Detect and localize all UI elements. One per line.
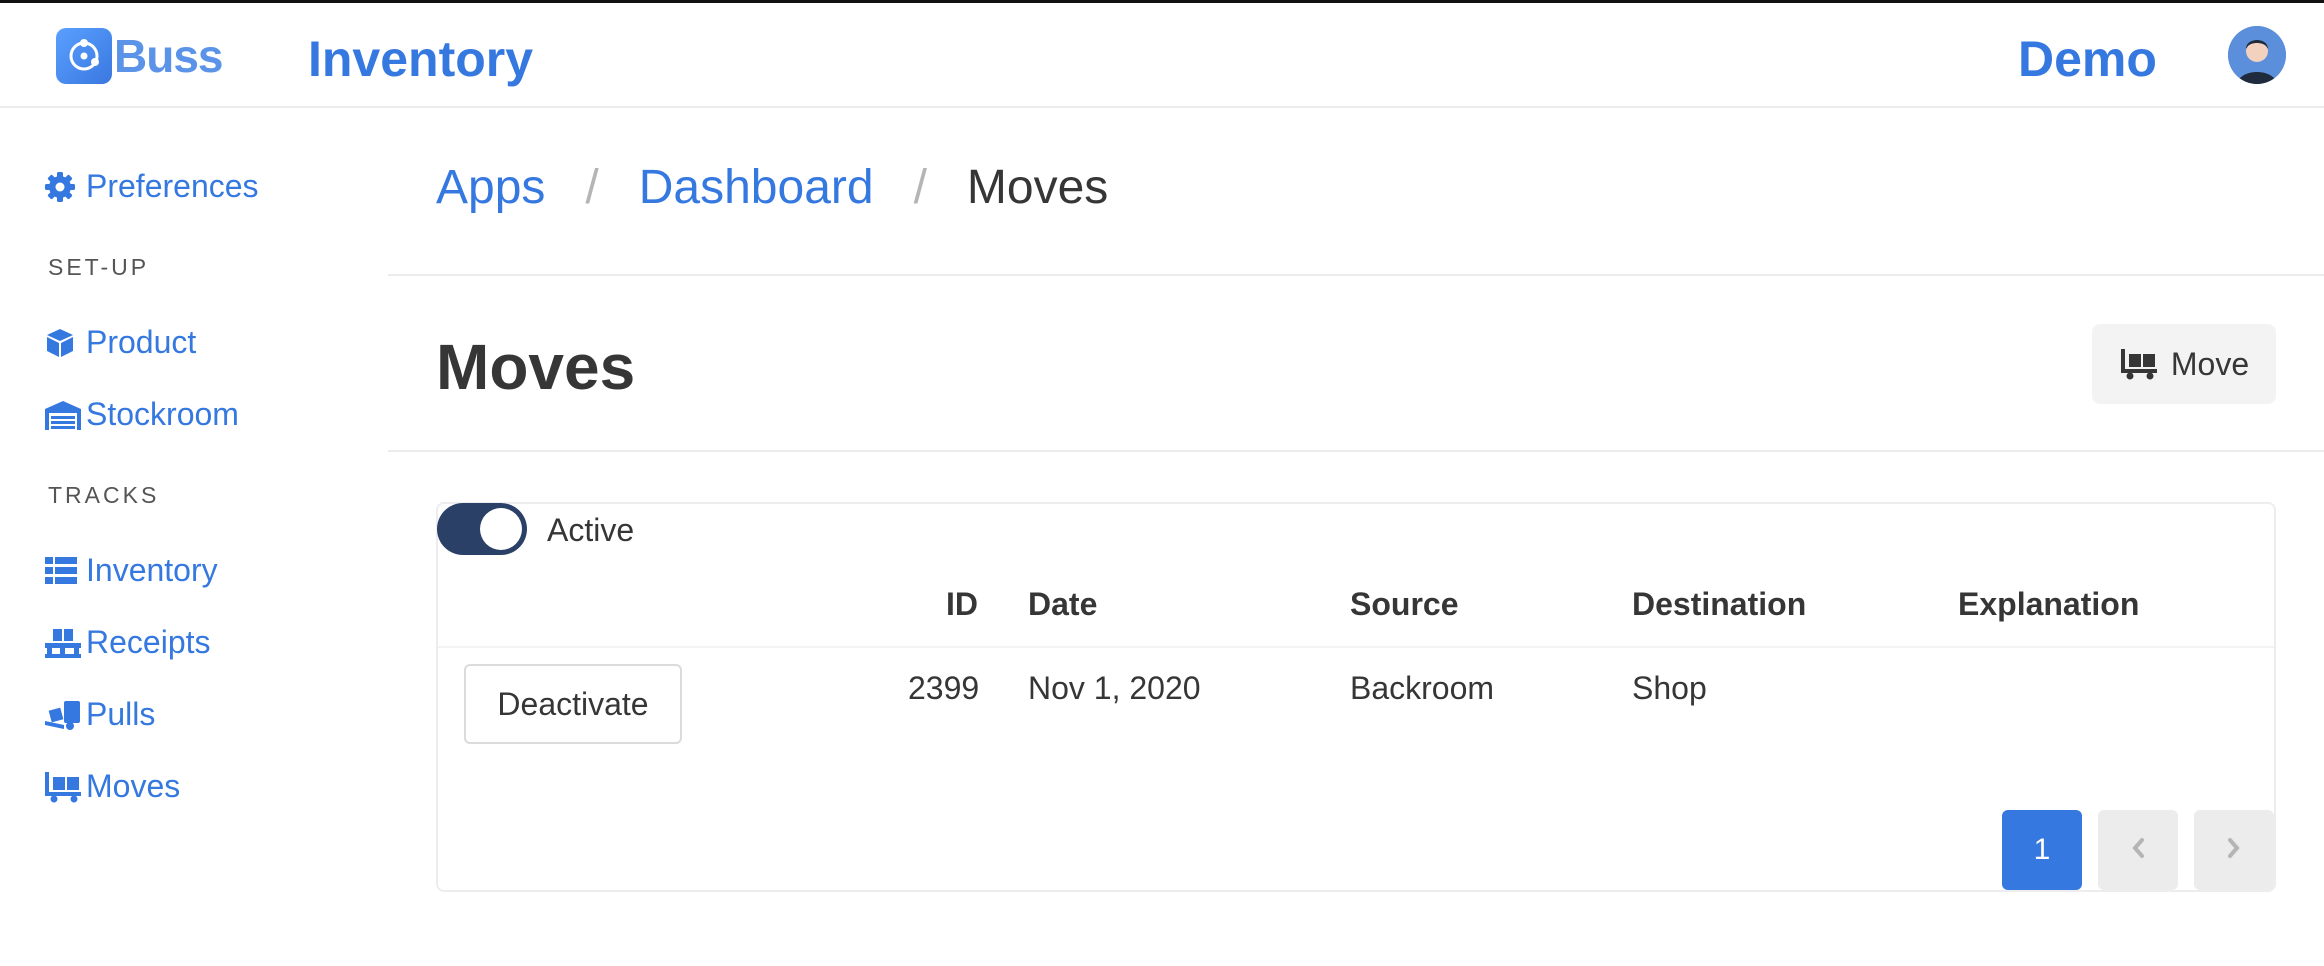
cell-date: Nov 1, 2020 [1028,670,1201,706]
page-title: Moves [436,331,636,403]
sidebar-section-setup: SET-UP [48,254,150,280]
cell-destination: Shop [1632,670,1707,706]
sidebar-item-label: Product [86,324,197,360]
app-title[interactable]: Inventory [308,30,533,88]
sidebar-item-moves[interactable]: Moves [44,768,180,805]
move-button[interactable]: Move [2092,324,2276,404]
user-avatar-icon[interactable] [2228,26,2286,84]
sidebar-section-tracks: TRACKS [48,482,160,508]
toggle-knob [480,508,522,550]
breadcrumb-current: Moves [966,161,1109,214]
cube-icon [44,326,82,360]
chevron-right-icon [2226,833,2242,867]
warehouse-icon [44,398,82,432]
sidebar-item-preferences[interactable]: Preferences [44,168,259,205]
divider [388,274,2324,276]
list-icon [44,554,82,588]
logo-text: Buss [114,30,223,82]
chevron-left-icon [2130,833,2146,867]
pagination-next-button[interactable] [2194,810,2274,890]
sidebar-item-label: Inventory [86,552,218,588]
table-header-divider [438,646,2274,648]
sidebar-item-label: Preferences [86,168,259,204]
pagination-previous-button[interactable] [2098,810,2178,890]
active-toggle-label: Active [547,512,635,548]
sidebar-item-label: Stockroom [86,396,239,432]
sidebar-item-label: Receipts [86,624,211,660]
deactivate-button[interactable]: Deactivate [464,664,682,744]
pallet-icon [44,626,82,660]
sidebar-item-stockroom[interactable]: Stockroom [44,396,239,433]
breadcrumb-link-apps[interactable]: Apps [436,160,545,215]
logo-mark-icon [56,28,112,84]
column-header-explanation[interactable]: Explanation [1958,586,2139,623]
app-logo[interactable]: Buss [56,28,223,84]
user-name[interactable]: Demo [2018,30,2157,88]
cell-source: Backroom [1350,670,1495,706]
breadcrumb-separator: / [585,161,599,214]
pagination-page-current[interactable]: 1 [2002,810,2082,890]
sidebar-item-pulls[interactable]: Pulls [44,696,155,733]
move-button-label: Move [2170,345,2250,382]
breadcrumb: Apps / Dashboard / Moves [436,160,1108,215]
divider [388,450,2324,452]
dolly-flatbed-icon [2119,348,2159,380]
dolly-flatbed-icon [44,770,82,804]
top-navbar: Buss Inventory Demo [0,0,2324,108]
sidebar-item-product[interactable]: Product [44,324,196,361]
sidebar-item-inventory[interactable]: Inventory [44,552,218,589]
column-header-date[interactable]: Date [1028,586,1097,623]
column-header-destination[interactable]: Destination [1632,586,1806,623]
column-header-source[interactable]: Source [1350,586,1458,623]
sidebar: Preferences SET-UP Product Stockroom TRA… [0,108,388,966]
sidebar-item-label: Pulls [86,696,156,732]
cell-id: 2399 [908,670,980,706]
gear-icon [44,170,82,204]
sidebar-item-label: Moves [86,768,181,804]
truck-loading-icon [44,698,82,732]
sidebar-item-receipts[interactable]: Receipts [44,624,211,661]
breadcrumb-link-dashboard[interactable]: Dashboard [639,160,874,215]
column-header-id[interactable]: ID [946,586,978,623]
active-toggle[interactable] [437,503,527,555]
breadcrumb-separator: / [913,161,927,214]
